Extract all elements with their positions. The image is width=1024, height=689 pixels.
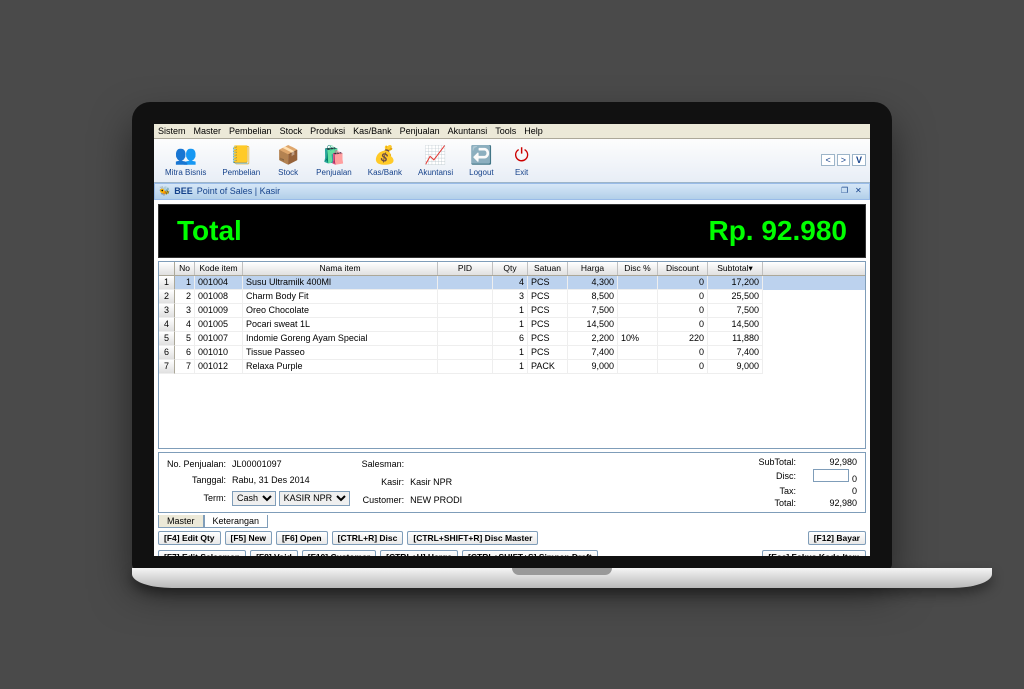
nav-prev-button[interactable]: < bbox=[821, 154, 834, 166]
menu-bar: Sistem Master Pembelian Stock Produksi K… bbox=[154, 124, 870, 139]
esc-fokus-kode-button[interactable]: [Esc] Fokus Kode Item bbox=[762, 550, 866, 556]
f10-customer-button[interactable]: [F10] Customer bbox=[302, 550, 376, 556]
nav-next-button[interactable]: > bbox=[837, 154, 850, 166]
tax-label: Tax: bbox=[758, 486, 796, 496]
menu-akuntansi[interactable]: Akuntansi bbox=[448, 126, 488, 136]
grid-header: No Kode item Nama item PID Qty Satuan Ha… bbox=[159, 262, 865, 276]
f5-new-button[interactable]: [F5] New bbox=[225, 531, 272, 545]
salesman-label: Salesman: bbox=[362, 459, 405, 469]
tax-value: 0 bbox=[802, 486, 857, 496]
items-grid[interactable]: No Kode item Nama item PID Qty Satuan Ha… bbox=[158, 261, 866, 449]
toolbar-logout[interactable]: ↩️Logout bbox=[462, 141, 500, 180]
display-value: Rp. 92.980 bbox=[708, 215, 847, 247]
disc-input[interactable] bbox=[813, 469, 849, 482]
toolbar-akuntansi[interactable]: 📈Akuntansi bbox=[411, 141, 460, 180]
customer-label: Customer: bbox=[362, 495, 405, 505]
bee-icon: 🐝 bbox=[159, 186, 170, 197]
toolbar-penjualan[interactable]: 🛍️Penjualan bbox=[309, 141, 359, 180]
term-label: Term: bbox=[167, 493, 226, 503]
toolbar-mitra-bisnis[interactable]: 👥Mitra Bisnis bbox=[158, 141, 213, 180]
menu-stock[interactable]: Stock bbox=[280, 126, 303, 136]
disc-value: 0 bbox=[852, 474, 857, 484]
panel-title-text: Point of Sales | Kasir bbox=[197, 186, 280, 196]
panel-title-bar: 🐝 BEE Point of Sales | Kasir ❐ ✕ bbox=[154, 183, 870, 200]
f6-open-button[interactable]: [F6] Open bbox=[276, 531, 328, 545]
ctrl-shift-s-simpan-button[interactable]: [CTRL+SHIFT+S] Simpan Draft bbox=[462, 550, 598, 556]
box-icon: 📦 bbox=[276, 144, 300, 168]
table-row[interactable]: 77001012Relaxa Purple1PACK9,00009,000 bbox=[159, 360, 865, 374]
ctrl-shift-r-disc-master-button[interactable]: [CTRL+SHIFT+R] Disc Master bbox=[407, 531, 538, 545]
ctrl-r-disc-button[interactable]: [CTRL+R] Disc bbox=[332, 531, 404, 545]
table-row[interactable]: 66001010Tissue Passeo1PCS7,40007,400 bbox=[159, 346, 865, 360]
toolbar-pembelian[interactable]: 📒Pembelian bbox=[215, 141, 267, 180]
money-icon: 💰 bbox=[373, 144, 397, 168]
table-row[interactable]: 22001008Charm Body Fit3PCS8,500025,500 bbox=[159, 290, 865, 304]
toolbar-kasbank[interactable]: 💰Kas/Bank bbox=[361, 141, 409, 180]
total-label: Total: bbox=[758, 498, 796, 508]
ledger-icon: 📒 bbox=[229, 144, 253, 168]
fn-bar-1: [F4] Edit Qty [F5] New [F6] Open [CTRL+R… bbox=[158, 531, 866, 547]
menu-tools[interactable]: Tools bbox=[495, 126, 516, 136]
tanggal-value: Rabu, 31 Des 2014 bbox=[232, 475, 350, 485]
no-penjualan-label: No. Penjualan: bbox=[167, 459, 226, 469]
total-value: 92,980 bbox=[802, 498, 857, 508]
kasir-label: Kasir: bbox=[362, 477, 405, 487]
display-label: Total bbox=[177, 215, 242, 247]
subtotal-value: 92,980 bbox=[802, 457, 857, 467]
menu-pembelian[interactable]: Pembelian bbox=[229, 126, 272, 136]
power-icon: ⏻ bbox=[510, 144, 534, 168]
no-penjualan-value: JL00001097 bbox=[232, 459, 350, 469]
toolbar-stock[interactable]: 📦Stock bbox=[269, 141, 307, 180]
menu-sistem[interactable]: Sistem bbox=[158, 126, 186, 136]
nav-v-button[interactable]: V bbox=[852, 154, 866, 166]
tanggal-label: Tanggal: bbox=[167, 475, 226, 485]
chart-icon: 📈 bbox=[424, 144, 448, 168]
kasir-value: Kasir NPR bbox=[410, 477, 462, 487]
logout-icon: ↩️ bbox=[469, 144, 493, 168]
f7-edit-salesman-button[interactable]: [F7] Edit Salesman bbox=[158, 550, 246, 556]
f12-bayar-button[interactable]: [F12] Bayar bbox=[808, 531, 866, 545]
people-icon: 👥 bbox=[174, 144, 198, 168]
app-window: Sistem Master Pembelian Stock Produksi K… bbox=[154, 124, 870, 556]
maximize-icon[interactable]: ❐ bbox=[841, 186, 851, 196]
menu-produksi[interactable]: Produksi bbox=[310, 126, 345, 136]
info-panel: No. Penjualan: JL00001097 Tanggal: Rabu,… bbox=[158, 452, 866, 513]
f8-void-button[interactable]: [F8] Void bbox=[250, 550, 298, 556]
total-display: Total Rp. 92.980 bbox=[158, 204, 866, 258]
ctrl-h-harga-button[interactable]: [CTRL+H] Harga bbox=[380, 550, 458, 556]
info-tabs: Master Keterangan bbox=[158, 515, 866, 528]
table-row[interactable]: 11001004Susu Ultramilk 400Ml4PCS4,300017… bbox=[159, 276, 865, 290]
table-row[interactable]: 44001005Pocari sweat 1L1PCS14,500014,500 bbox=[159, 318, 865, 332]
customer-value: NEW PRODI bbox=[410, 495, 462, 505]
tab-keterangan[interactable]: Keterangan bbox=[204, 515, 269, 528]
toolbar-exit[interactable]: ⏻Exit bbox=[503, 141, 541, 180]
menu-kasbank[interactable]: Kas/Bank bbox=[353, 126, 392, 136]
table-row[interactable]: 55001007Indomie Goreng Ayam Special6PCS2… bbox=[159, 332, 865, 346]
menu-penjualan[interactable]: Penjualan bbox=[400, 126, 440, 136]
fn-bar-2: [F7] Edit Salesman [F8] Void [F10] Custo… bbox=[158, 550, 866, 556]
close-icon[interactable]: ✕ bbox=[855, 186, 865, 196]
subtotal-label: SubTotal: bbox=[758, 457, 796, 467]
tab-master[interactable]: Master bbox=[158, 515, 204, 528]
shopping-icon: 🛍️ bbox=[322, 144, 346, 168]
term-select[interactable]: Cash bbox=[232, 491, 276, 506]
menu-master[interactable]: Master bbox=[194, 126, 222, 136]
table-row[interactable]: 33001009Oreo Chocolate1PCS7,50007,500 bbox=[159, 304, 865, 318]
disc-label: Disc: bbox=[758, 471, 796, 481]
f4-edit-qty-button[interactable]: [F4] Edit Qty bbox=[158, 531, 221, 545]
toolbar: 👥Mitra Bisnis 📒Pembelian 📦Stock 🛍️Penjua… bbox=[154, 139, 870, 183]
menu-help[interactable]: Help bbox=[524, 126, 543, 136]
kasir-select[interactable]: KASIR NPR bbox=[279, 491, 350, 506]
